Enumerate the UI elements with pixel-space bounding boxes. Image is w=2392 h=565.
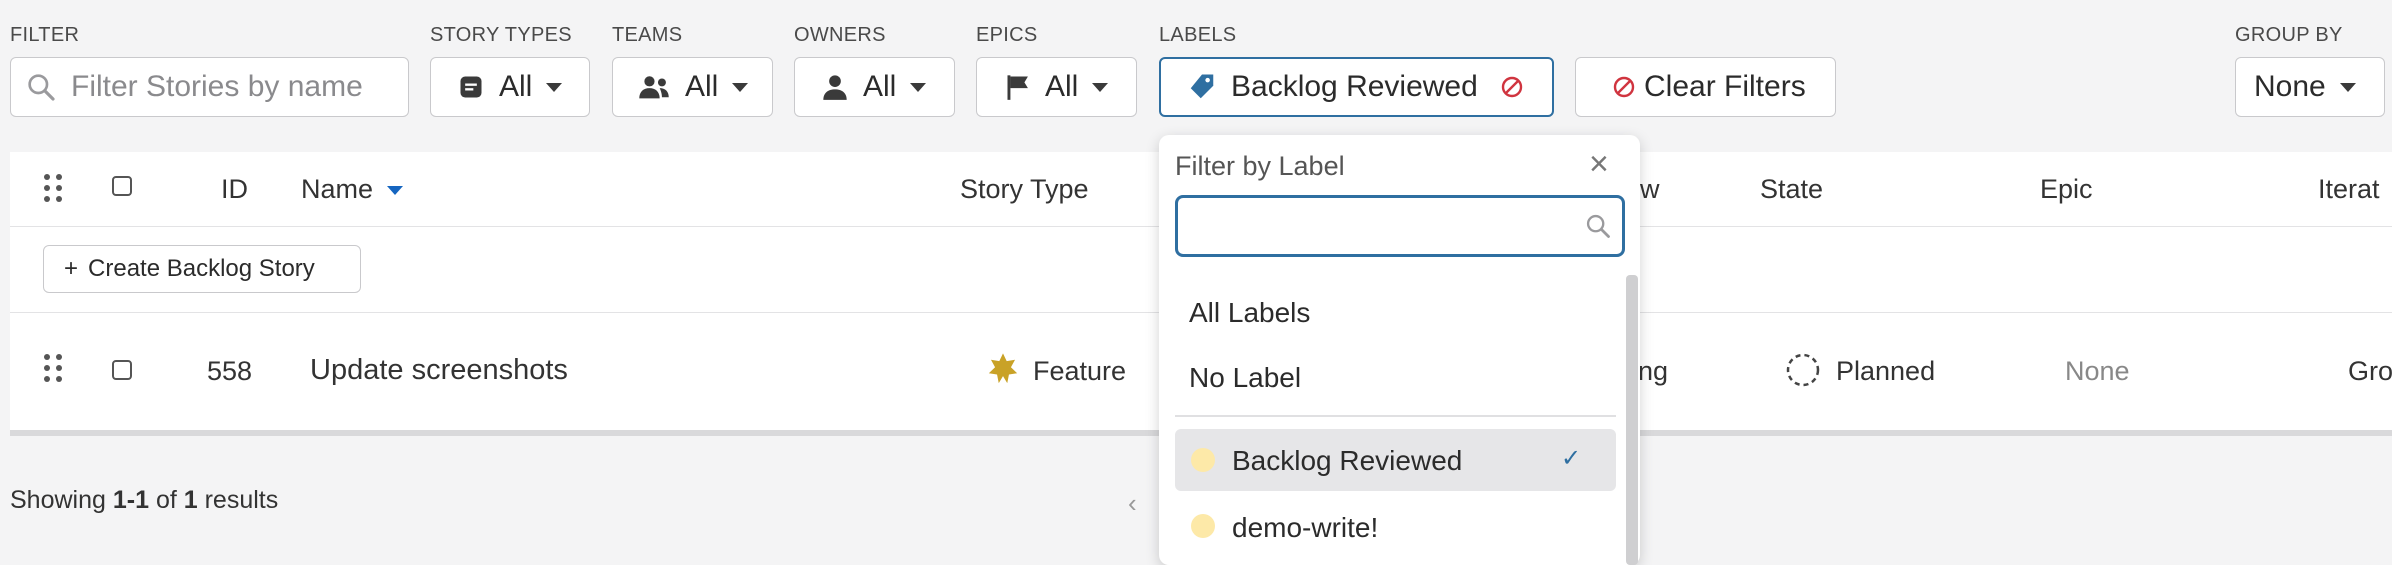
results-total: 1 [183,486,198,514]
state-planned-icon [1786,353,1820,387]
close-icon[interactable]: × [1589,145,1609,184]
tag-icon [1190,74,1214,99]
labels-dropdown[interactable]: Backlog Reviewed [1159,57,1554,117]
chevron-down-icon [732,82,749,92]
search-field[interactable] [10,57,409,117]
story-types-dropdown[interactable]: All [430,57,590,117]
row-checkbox[interactable] [112,360,132,380]
chevron-down-icon [1092,82,1109,92]
clear-filters-button[interactable]: Clear Filters [1575,57,1836,117]
search-icon [28,74,55,101]
group-by-label: GROUP BY [2235,24,2343,46]
group-by-dropdown[interactable]: None [2235,57,2385,117]
divider [1175,415,1616,417]
story-iteration: Gro [2348,356,2392,386]
popover-title: Filter by Label [1175,151,1345,181]
story-type: Feature [1033,356,1127,386]
results-of: of [149,486,184,514]
clear-label-icon[interactable] [1500,75,1524,99]
owners-label: OWNERS [794,24,886,46]
flag-icon [1007,75,1028,100]
sort-desc-icon [386,186,403,196]
story-types-value: All [499,70,533,103]
story-type-icon [460,76,482,98]
results-prefix: Showing [10,486,113,514]
owners-dropdown[interactable]: All [794,57,955,117]
story-epic: None [2065,356,2130,386]
drag-handle-icon[interactable] [44,354,62,382]
epics-dropdown[interactable]: All [976,57,1137,117]
user-icon [823,75,847,100]
header-name[interactable]: Name [301,174,403,205]
drag-handle-icon[interactable] [44,174,62,202]
header-name-label: Name [301,174,374,204]
feature-icon [988,353,1018,384]
story-name[interactable]: Update screenshots [310,354,568,387]
label-search-input[interactable] [1188,198,1572,254]
clear-filters-label: Clear Filters [1644,70,1806,103]
results-suffix: results [197,486,279,514]
teams-label: TEAMS [612,24,683,46]
header-state[interactable]: State [1760,174,1823,205]
team-icon [639,76,669,99]
story-types-label: STORY TYPES [430,24,572,46]
plus-icon: + [64,255,79,282]
check-icon: ✓ [1561,445,1582,472]
popover-scrollbar[interactable] [1626,275,1638,565]
label-color-dot [1191,514,1215,538]
header-id[interactable]: ID [221,174,248,205]
search-input[interactable] [69,69,393,105]
option-all-labels[interactable]: All Labels [1189,297,1310,329]
teams-value: All [685,70,719,103]
labels-label: LABELS [1159,24,1237,46]
select-all-checkbox[interactable] [112,176,132,196]
teams-dropdown[interactable]: All [612,57,773,117]
header-story-type[interactable]: Story Type [960,174,1089,205]
story-id: 558 [207,356,253,386]
owners-value: All [863,70,897,103]
header-epic[interactable]: Epic [2040,174,2093,205]
chevron-down-icon [2339,82,2356,92]
chevron-down-icon [910,82,927,92]
epics-label: EPICS [976,24,1038,46]
clear-icon [1613,76,1635,98]
labels-value: Backlog Reviewed [1231,70,1478,103]
label-search-field[interactable] [1175,195,1625,257]
create-backlog-story-label: Create Backlog Story [88,255,315,282]
results-count: Showing 1-1 of 1 results [10,486,278,515]
story-state: Planned [1836,356,1936,386]
label-color-dot [1191,448,1215,472]
header-iteration[interactable]: Iterat [2318,174,2380,205]
filter-label: FILTER [10,24,80,46]
header-workflow[interactable]: w [1640,174,1660,205]
search-icon [1586,214,1610,238]
group-by-value: None [2254,70,2326,103]
create-backlog-story-button[interactable]: + Create Backlog Story [43,245,361,293]
label-filter-popover: Filter by Label × All Labels No Label Ba… [1159,135,1640,565]
option-no-label[interactable]: No Label [1189,362,1301,394]
prev-page-icon[interactable]: ‹ [1128,488,1137,519]
epics-value: All [1045,70,1079,103]
option-demo-write[interactable]: demo-write! [1232,512,1378,544]
chevron-down-icon [546,82,563,92]
results-range: 1-1 [112,486,149,514]
option-backlog-reviewed[interactable]: Backlog Reviewed [1232,445,1462,477]
